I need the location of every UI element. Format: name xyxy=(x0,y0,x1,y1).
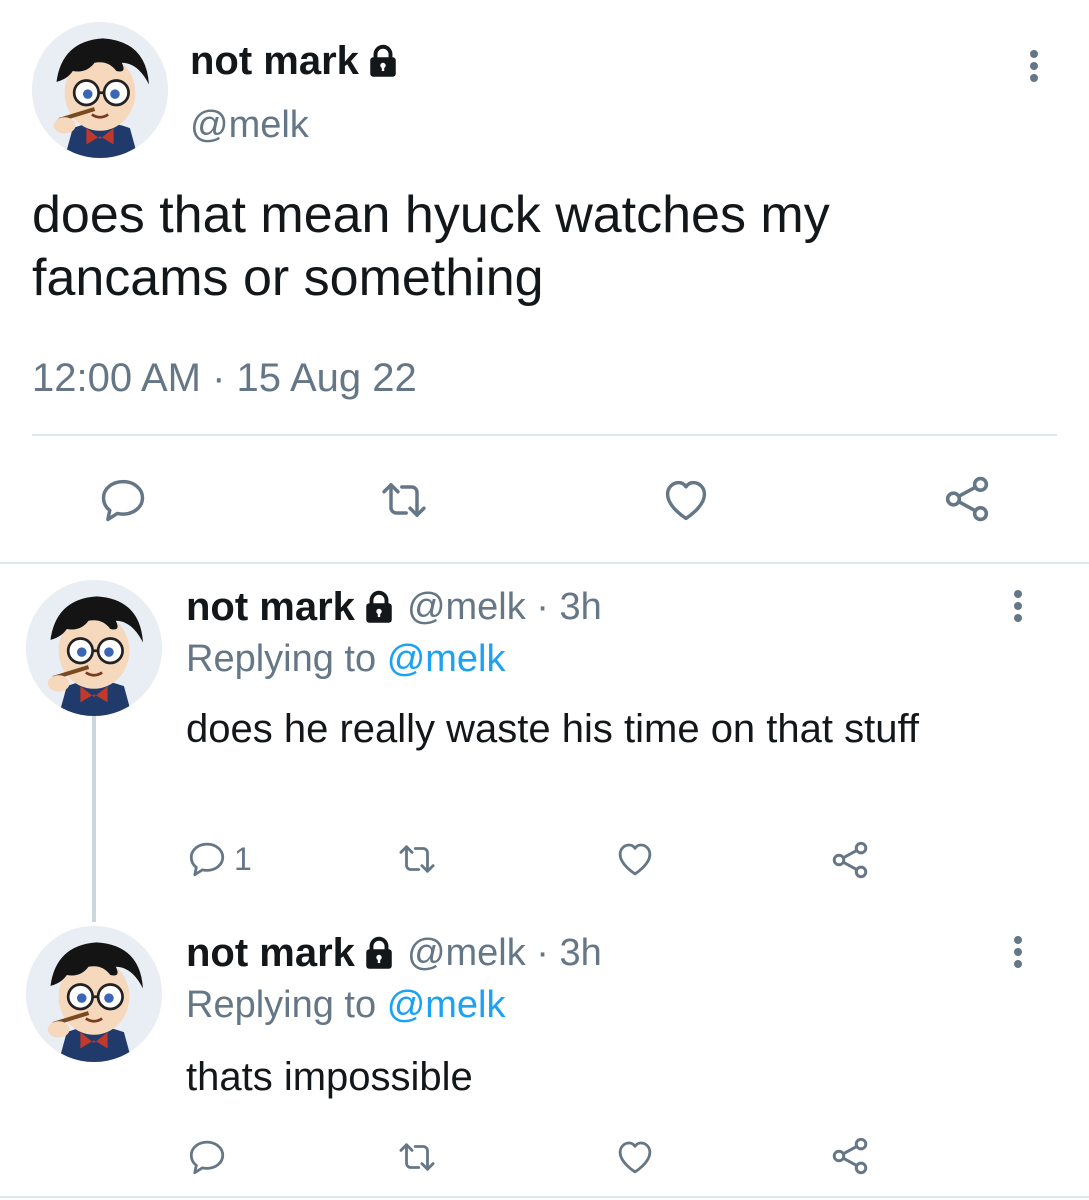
reply-button[interactable] xyxy=(97,474,149,526)
avatar-image xyxy=(26,926,162,1062)
share-icon xyxy=(828,838,872,882)
reply-button[interactable] xyxy=(186,1136,228,1178)
author-name-row: not mark @melk · 3h xyxy=(186,584,602,630)
like-icon xyxy=(614,1136,656,1178)
lock-icon xyxy=(361,589,397,625)
replying-to: Replying to @melk xyxy=(186,638,506,681)
like-button[interactable] xyxy=(614,838,656,880)
display-name[interactable]: not mark xyxy=(186,585,355,630)
retweet-button[interactable] xyxy=(396,838,438,880)
divider xyxy=(0,1196,1089,1198)
reply-icon xyxy=(186,1136,228,1178)
display-name[interactable]: not mark xyxy=(190,39,359,84)
avatar[interactable] xyxy=(32,22,168,158)
lock-icon xyxy=(361,935,397,971)
tweet-text: does that mean hyuck watches my fancams … xyxy=(32,186,830,308)
replying-to-label: Replying to xyxy=(186,984,377,1026)
handle-and-time[interactable]: @melk · 3h xyxy=(407,932,602,975)
retweet-icon xyxy=(378,474,430,526)
author-name-row: not mark xyxy=(190,38,401,84)
like-button[interactable] xyxy=(614,1136,656,1178)
reply-count: 1 xyxy=(234,840,252,877)
divider xyxy=(0,562,1089,564)
avatar[interactable] xyxy=(26,926,162,1062)
more-options-icon[interactable] xyxy=(1008,936,1028,968)
retweet-button[interactable] xyxy=(396,1136,438,1178)
mention-link[interactable]: @melk xyxy=(387,638,506,680)
share-button[interactable] xyxy=(940,472,994,526)
replying-to-label: Replying to xyxy=(186,638,377,680)
reply-text: does he really waste his time on that st… xyxy=(186,707,919,751)
retweet-button[interactable] xyxy=(378,474,430,526)
handle-and-time[interactable]: @melk · 3h xyxy=(407,586,602,629)
retweet-icon xyxy=(396,1136,438,1178)
more-options-icon[interactable] xyxy=(1008,590,1028,622)
avatar[interactable] xyxy=(26,580,162,716)
lock-icon xyxy=(365,43,401,79)
share-button[interactable] xyxy=(828,1134,872,1178)
share-button[interactable] xyxy=(828,838,872,882)
like-button[interactable] xyxy=(660,474,712,526)
avatar-image xyxy=(26,580,162,716)
reply-button[interactable]: 1 xyxy=(186,838,252,880)
share-icon xyxy=(940,472,994,526)
thread-line xyxy=(92,716,96,922)
like-icon xyxy=(614,838,656,880)
like-icon xyxy=(660,474,712,526)
tweet-timestamp[interactable]: 12:00 AM · 15 Aug 22 xyxy=(32,356,417,401)
avatar-image xyxy=(32,22,168,158)
reply-text: thats impossible xyxy=(186,1055,473,1099)
more-options-icon[interactable] xyxy=(1024,50,1044,82)
reply-icon xyxy=(97,474,149,526)
replying-to: Replying to @melk xyxy=(186,984,506,1027)
mention-link[interactable]: @melk xyxy=(387,984,506,1026)
divider xyxy=(32,434,1057,436)
reply-icon xyxy=(186,838,228,880)
handle[interactable]: @melk xyxy=(190,104,309,147)
share-icon xyxy=(828,1134,872,1178)
display-name[interactable]: not mark xyxy=(186,931,355,976)
author-name-row: not mark @melk · 3h xyxy=(186,930,602,976)
retweet-icon xyxy=(396,838,438,880)
